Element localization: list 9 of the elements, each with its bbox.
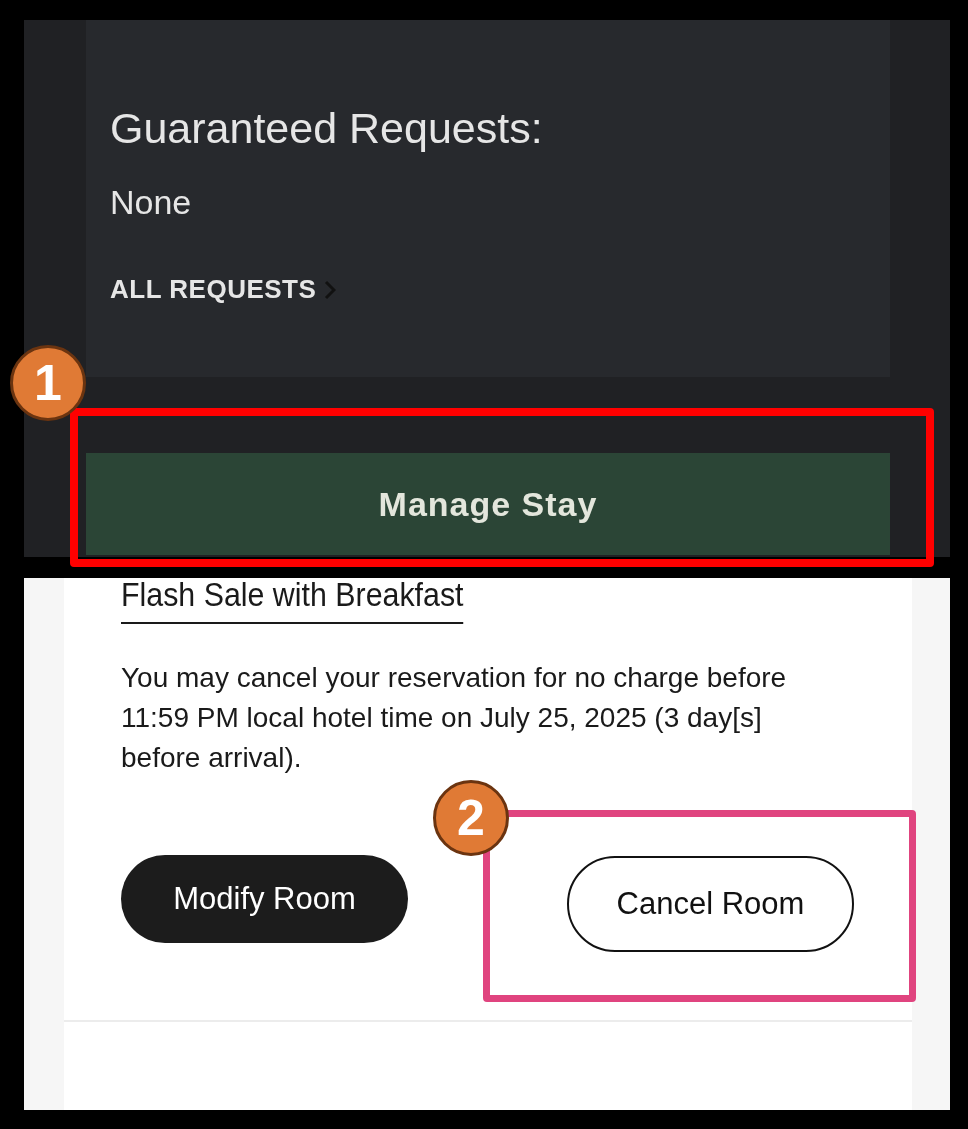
manage-stay-button[interactable]: Manage Stay xyxy=(86,453,890,555)
modify-room-button[interactable]: Modify Room xyxy=(121,855,408,943)
requests-heading: Guaranteed Requests: xyxy=(110,104,544,153)
all-requests-link[interactable]: ALL REQUESTS xyxy=(110,274,317,305)
cancellation-policy: You may cancel your reservation for no charge before 11:59 PM local hotel time on July 25, 2025 (3 day[s] before arrival). xyxy=(121,661,788,775)
cancel-room-button[interactable]: Cancel Room xyxy=(567,856,854,952)
rate-name: Flash Sale with Breakfast xyxy=(121,576,464,624)
requests-value: None xyxy=(110,183,193,222)
chevron-icon xyxy=(324,279,337,300)
